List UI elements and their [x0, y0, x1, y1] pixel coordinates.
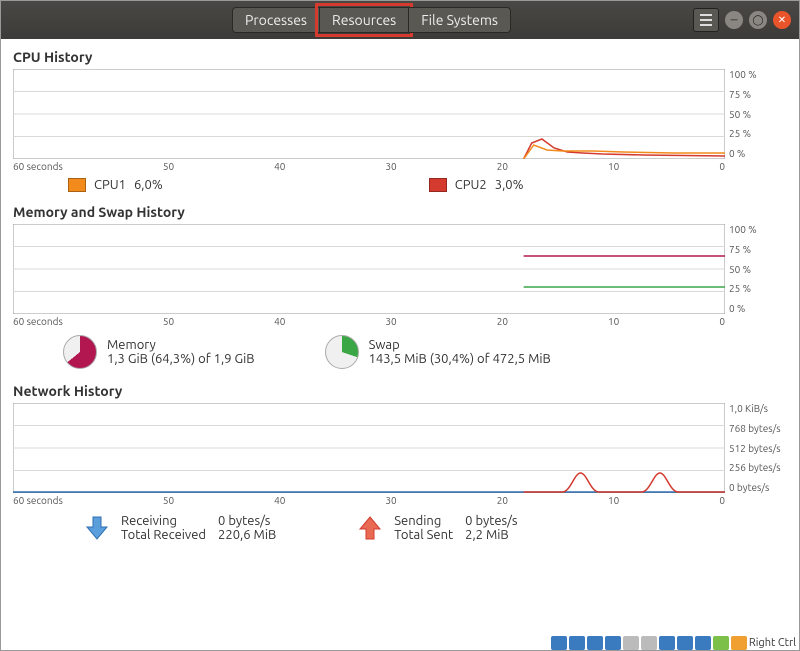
xtick: 0 [719, 161, 725, 172]
ytick: 50 % [729, 109, 787, 120]
maximize-button[interactable]: ◯ [749, 11, 767, 29]
receiving-legend-item[interactable]: Receiving 0 bytes/s Total Received 220,6… [83, 514, 276, 542]
cpu-yaxis: 100 % 75 % 50 % 25 % 0 % [725, 69, 787, 159]
vm-statusbar: Right Ctrl [551, 636, 796, 650]
memory-history-title: Memory and Swap History [13, 204, 787, 220]
xtick: 30 [385, 161, 396, 172]
xtick: 40 [274, 495, 285, 506]
tab-processes[interactable]: Processes [232, 7, 320, 33]
download-arrow-icon [83, 514, 111, 542]
network-chart [13, 403, 725, 493]
statusbar-icon[interactable] [659, 636, 675, 650]
statusbar-icon[interactable] [569, 636, 585, 650]
upload-arrow-icon [356, 514, 384, 542]
xtick: 20 [497, 495, 508, 506]
tab-resources[interactable]: Resources [319, 7, 409, 33]
xtick: 20 [497, 316, 508, 327]
xtick: 0 [719, 495, 725, 506]
statusbar-icon[interactable] [641, 636, 657, 650]
total-received-value: 220,6 MiB [218, 528, 276, 542]
total-sent-label: Total Sent [394, 528, 453, 542]
memory-pie-icon [63, 335, 97, 369]
network-yaxis: 1,0 KiB/s 768 bytes/s 512 bytes/s 256 by… [725, 403, 787, 493]
close-button[interactable]: ✕ [773, 11, 791, 29]
network-xaxis: 60 seconds 50 40 30 20 10 0 [13, 495, 787, 506]
statusbar-icon[interactable] [695, 636, 711, 650]
minimize-button[interactable]: ─ [725, 11, 743, 29]
receiving-value: 0 bytes/s [218, 514, 276, 528]
xtick: 20 [497, 161, 508, 172]
memory-label: Memory [107, 338, 255, 352]
menu-button[interactable] [693, 8, 719, 32]
host-key-label: Right Ctrl [749, 637, 796, 649]
cpu2-value: 3,0% [495, 178, 524, 192]
swap-pie-icon [325, 335, 359, 369]
receiving-label: Receiving [121, 514, 206, 528]
swap-value: 143,5 MiB (30,4%) of 472,5 MiB [369, 352, 551, 366]
ytick: 100 % [729, 224, 787, 235]
tab-filesystems[interactable]: File Systems [408, 7, 511, 33]
ytick: 50 % [729, 264, 787, 275]
statusbar-icon[interactable] [713, 636, 729, 650]
swap-legend-item[interactable]: Swap 143,5 MiB (30,4%) of 472,5 MiB [325, 335, 551, 369]
xtick: 60 seconds [13, 161, 63, 172]
xtick: 60 seconds [13, 495, 63, 506]
cpu2-swatch[interactable] [429, 178, 447, 192]
cpu1-value: 6,0% [134, 178, 163, 192]
xtick: 50 [163, 495, 174, 506]
content-area: CPU History 100 % 75 % 50 % 25 % 0 % 60 … [1, 39, 799, 552]
ytick: 100 % [729, 69, 787, 80]
memory-chart [13, 224, 725, 314]
ytick: 0 % [729, 303, 787, 314]
xtick: 50 [163, 316, 174, 327]
xtick: 60 seconds [13, 316, 63, 327]
xtick: 30 [385, 495, 396, 506]
swap-label: Swap [369, 338, 551, 352]
cpu-xaxis: 60 seconds 50 40 30 20 10 0 [13, 161, 787, 172]
cpu2-label: CPU2 [455, 178, 487, 192]
ytick: 75 % [729, 89, 787, 100]
memory-legend-item[interactable]: Memory 1,3 GiB (64,3%) of 1,9 GiB [63, 335, 255, 369]
cpu-legend: CPU1 6,0% CPU2 3,0% [68, 178, 787, 192]
xtick: 10 [608, 161, 619, 172]
xtick: 10 [608, 495, 619, 506]
ytick: 256 bytes/s [729, 462, 787, 473]
xtick: 50 [163, 161, 174, 172]
memory-xaxis: 60 seconds 50 40 30 20 10 0 [13, 316, 787, 327]
xtick: 40 [274, 316, 285, 327]
cpu-chart [13, 69, 725, 159]
ytick: 75 % [729, 244, 787, 255]
total-received-label: Total Received [121, 528, 206, 542]
sending-value: 0 bytes/s [465, 514, 517, 528]
ytick: 25 % [729, 283, 787, 294]
statusbar-icon[interactable] [623, 636, 639, 650]
ytick: 0 bytes/s [729, 482, 787, 493]
xtick: 40 [274, 161, 285, 172]
titlebar: Processes Resources File Systems ─ ◯ ✕ [1, 1, 799, 39]
statusbar-icon[interactable] [587, 636, 603, 650]
network-history-title: Network History [13, 383, 787, 399]
statusbar-icon[interactable] [731, 636, 747, 650]
ytick: 25 % [729, 128, 787, 139]
total-sent-value: 2,2 MiB [465, 528, 517, 542]
cpu1-swatch[interactable] [68, 178, 86, 192]
ytick: 0 % [729, 148, 787, 159]
cpu-history-title: CPU History [13, 49, 787, 65]
ytick: 1,0 KiB/s [729, 403, 787, 414]
memory-yaxis: 100 % 75 % 50 % 25 % 0 % [725, 224, 787, 314]
sending-legend-item[interactable]: Sending 0 bytes/s Total Sent 2,2 MiB [356, 514, 517, 542]
memory-value: 1,3 GiB (64,3%) of 1,9 GiB [107, 352, 255, 366]
xtick: 10 [608, 316, 619, 327]
ytick: 768 bytes/s [729, 423, 787, 434]
cpu1-label: CPU1 [94, 178, 126, 192]
sending-label: Sending [394, 514, 453, 528]
ytick: 512 bytes/s [729, 443, 787, 454]
xtick: 0 [719, 316, 725, 327]
statusbar-icon[interactable] [551, 636, 567, 650]
tab-group: Processes Resources File Systems [232, 7, 510, 33]
statusbar-icon[interactable] [677, 636, 693, 650]
statusbar-icon[interactable] [605, 636, 621, 650]
xtick: 30 [385, 316, 396, 327]
